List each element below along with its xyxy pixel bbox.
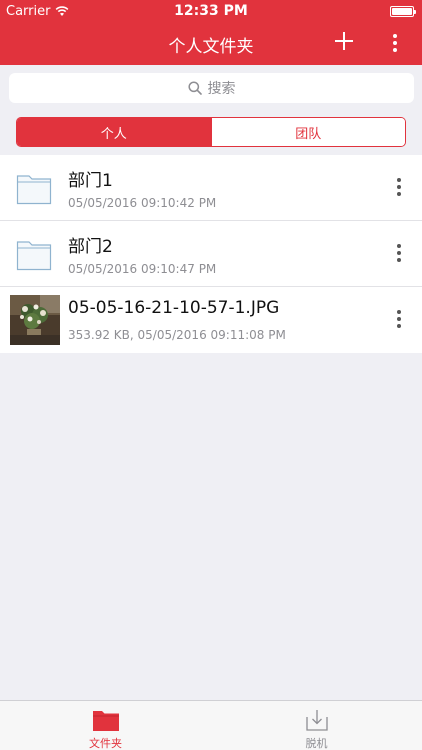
battery-icon — [390, 6, 416, 17]
more-vertical-icon — [388, 241, 410, 262]
file-meta: 353.92 KB, 05/05/2016 09:11:08 PM — [68, 328, 286, 342]
segment-team[interactable]: 团队 — [210, 118, 405, 146]
row-more-button[interactable] — [388, 241, 410, 267]
row-more-button[interactable] — [388, 175, 410, 201]
page-title: 个人文件夹 — [168, 37, 254, 57]
segment-personal[interactable]: 个人 — [17, 118, 211, 146]
search-area: 搜索 — [0, 65, 422, 111]
photo-thumbnail — [10, 295, 60, 345]
segment-area: 个人 团队 — [0, 111, 422, 155]
more-vertical-icon — [388, 307, 410, 328]
download-tray-icon — [305, 710, 328, 731]
file-name: 05-05-16-21-10-57-1.JPG — [68, 298, 280, 318]
search-icon — [187, 81, 202, 95]
status-bar: Carrier 12:33 PM — [0, 0, 422, 22]
folder-icon — [16, 175, 52, 205]
file-meta: 05/05/2016 09:10:47 PM — [68, 262, 217, 276]
search-input[interactable]: 搜索 — [9, 73, 414, 103]
status-time: 12:33 PM — [174, 3, 248, 19]
file-meta: 05/05/2016 09:10:42 PM — [68, 196, 217, 210]
file-list: 部门1 05/05/2016 09:10:42 PM 部门2 05/05/201… — [0, 155, 422, 353]
row-more-button[interactable] — [388, 307, 410, 333]
file-name: 部门2 — [68, 237, 113, 257]
scope-segmented-control: 个人 团队 — [16, 117, 406, 147]
tab-offline[interactable]: 脱机 — [211, 701, 422, 750]
navigation-bar: 个人文件夹 — [0, 22, 422, 65]
file-name: 部门1 — [68, 171, 113, 191]
search-placeholder: 搜索 — [207, 81, 236, 97]
tab-folders[interactable]: 文件夹 — [0, 701, 211, 750]
tab-bar: 文件夹 脱机 — [0, 700, 422, 750]
file-row-folder-2[interactable]: 部门2 05/05/2016 09:10:47 PM — [0, 221, 422, 287]
more-options-button[interactable] — [384, 31, 406, 57]
more-vertical-icon — [388, 175, 410, 196]
tab-label: 文件夹 — [89, 737, 122, 750]
folder-icon — [16, 241, 52, 271]
folder-icon — [92, 711, 119, 731]
add-button[interactable] — [330, 28, 358, 56]
file-row-image[interactable]: 05-05-16-21-10-57-1.JPG 353.92 KB, 05/05… — [0, 287, 422, 353]
more-vertical-icon — [384, 31, 406, 52]
tab-label: 脱机 — [305, 737, 328, 750]
file-row-folder-1[interactable]: 部门1 05/05/2016 09:10:42 PM — [0, 155, 422, 221]
